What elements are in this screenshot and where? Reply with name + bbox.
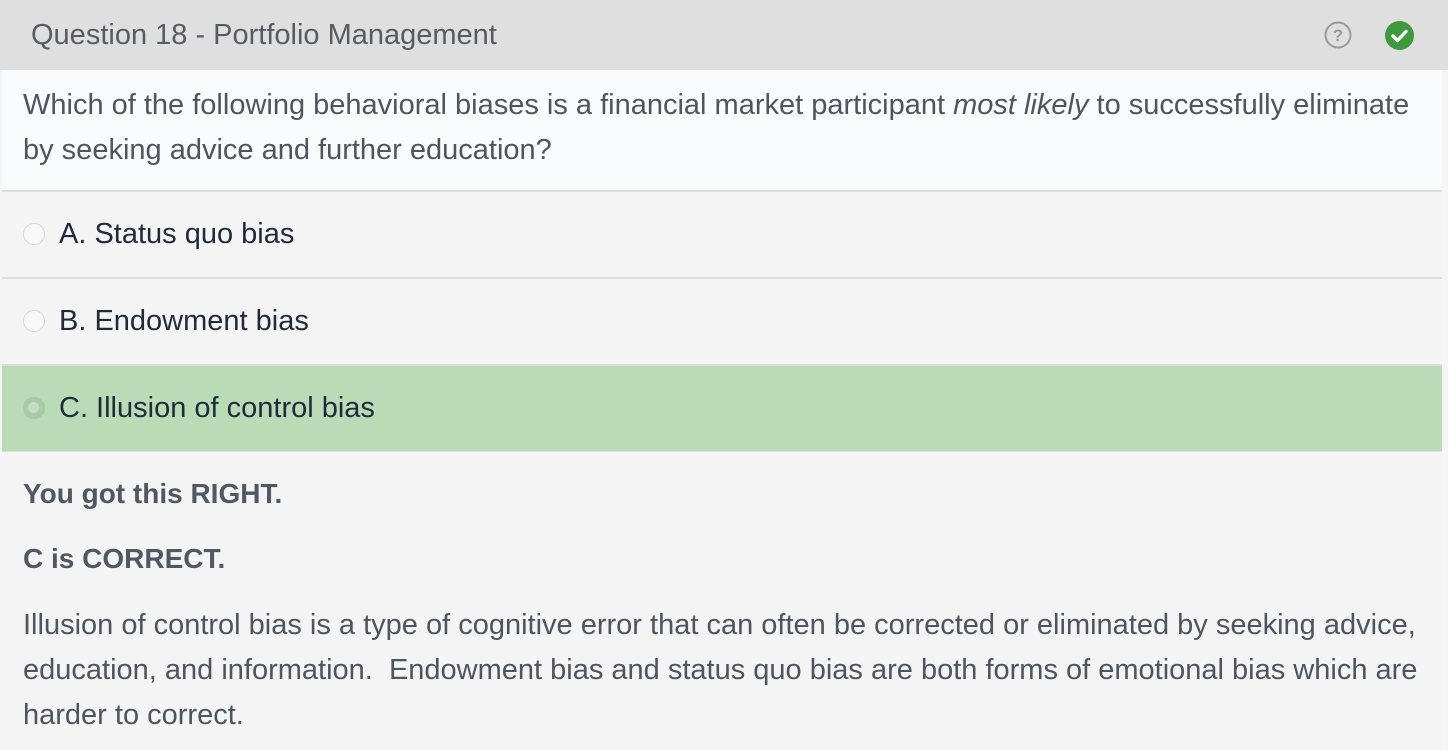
correct-answer-text: C is CORRECT. (23, 543, 226, 574)
question-text: Which of the following behavioral biases… (23, 83, 1433, 173)
question-emphasis: most likely (953, 89, 1089, 121)
question-title: Question 18 - Portfolio Management (31, 19, 497, 51)
question-stem: Which of the following behavioral biases… (2, 70, 1442, 192)
answer-option-a[interactable]: A. Status quo bias (2, 192, 1442, 279)
question-header: Question 18 - Portfolio Management ? (0, 0, 1448, 70)
question-circle-icon[interactable]: ? (1324, 21, 1352, 49)
answer-option-b[interactable]: B. Endowment bias (2, 279, 1442, 366)
question-text-before: Which of the following behavioral biases… (23, 89, 954, 121)
radio-button-selected[interactable] (23, 397, 45, 419)
check-circle-icon (1385, 21, 1414, 50)
explanation-text: Illusion of control bias is a type of co… (23, 609, 1426, 731)
option-label: A. Status quo bias (59, 218, 295, 250)
option-label: B. Endowment bias (59, 305, 309, 337)
radio-button[interactable] (23, 310, 45, 332)
svg-text:?: ? (1333, 26, 1343, 45)
answer-option-c[interactable]: C. Illusion of control bias (2, 366, 1442, 453)
answer-feedback: You got this RIGHT. C is CORRECT. Illusi… (2, 452, 1442, 750)
radio-button[interactable] (23, 223, 45, 245)
option-label: C. Illusion of control bias (59, 392, 375, 424)
result-text: You got this RIGHT. (23, 478, 283, 509)
